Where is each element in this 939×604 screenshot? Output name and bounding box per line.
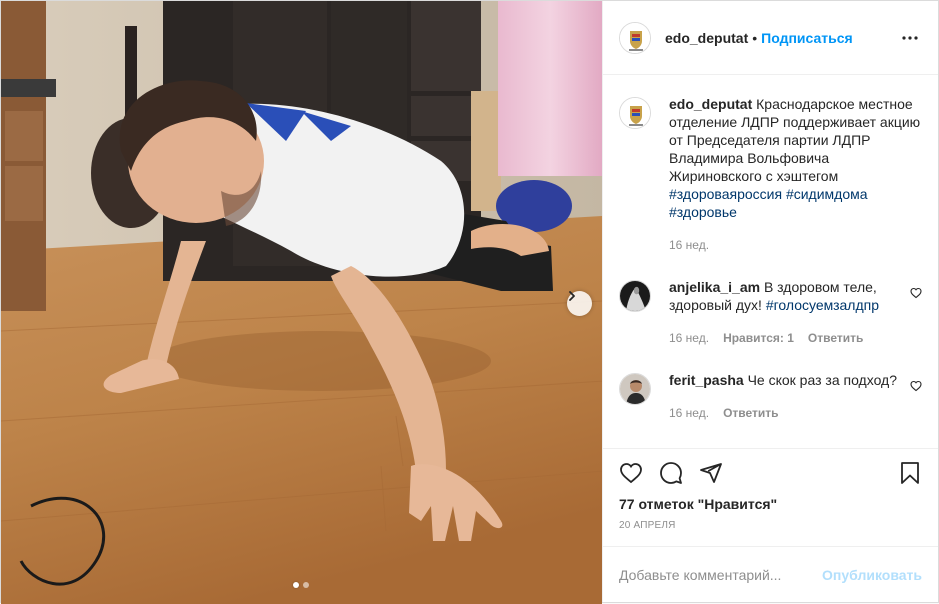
comment-item: anjelika_i_am В здоровом теле, здоровый … — [619, 278, 922, 345]
comment-like-heart-icon[interactable] — [910, 287, 922, 299]
comment-text-block: ferit_pasha Че скок раз за подход? — [669, 371, 922, 389]
comment-text-block: anjelika_i_am В здоровом теле, здоровый … — [669, 278, 922, 314]
comment-body: anjelika_i_am В здоровом теле, здоровый … — [669, 278, 922, 345]
instagram-post: edo_deputat • Подписаться edo_deputat Кр… — [0, 0, 939, 604]
more-horizontal-icon — [902, 35, 918, 40]
post-side-panel: edo_deputat • Подписаться edo_deputat Кр… — [602, 1, 938, 602]
hashtag-link[interactable]: #здороваяроссия — [669, 186, 782, 202]
comment-bubble-icon[interactable] — [659, 461, 683, 485]
caption-username[interactable]: edo_deputat — [669, 96, 752, 112]
publish-button[interactable]: Опубликовать — [822, 567, 922, 583]
comment-time[interactable]: 16 нед. — [669, 406, 709, 420]
comment-body: ferit_pasha Че скок раз за подход? 16 не… — [669, 371, 922, 420]
comment-time[interactable]: 16 нед. — [669, 331, 709, 345]
hashtag-link[interactable]: #здоровье — [669, 204, 737, 220]
carousel-dot-active — [293, 582, 299, 588]
add-comment-bar: Опубликовать — [603, 546, 938, 602]
user-photo-icon — [620, 281, 650, 311]
comment-meta: 16 нед. Ответить — [669, 406, 922, 420]
commenter-avatar[interactable] — [619, 373, 651, 405]
ldpr-emblem-icon — [620, 98, 650, 128]
save-bookmark-icon[interactable] — [898, 461, 922, 485]
comment-username[interactable]: anjelika_i_am — [669, 279, 760, 295]
comment-input[interactable] — [619, 566, 823, 583]
comment-username[interactable]: ferit_pasha — [669, 372, 744, 388]
like-heart-icon[interactable] — [619, 461, 643, 485]
comment-likes-count[interactable]: Нравится: 1 — [723, 331, 794, 345]
comment-meta: 16 нед. Нравится: 1 Ответить — [669, 331, 922, 345]
caption-time[interactable]: 16 нед. — [669, 238, 709, 252]
comment-like-heart-icon[interactable] — [910, 380, 922, 392]
push-up-photo — [1, 1, 602, 604]
post-actions-bar — [603, 448, 938, 496]
caption-meta: 16 нед. — [669, 238, 922, 252]
share-paper-plane-icon[interactable] — [699, 461, 723, 485]
reply-button[interactable]: Ответить — [808, 331, 863, 345]
caption-body: edo_deputat Краснодарское местное отделе… — [669, 95, 922, 252]
chevron-right-icon — [569, 291, 575, 301]
caption-text-block: edo_deputat Краснодарское местное отделе… — [669, 95, 922, 221]
comments-list: edo_deputat Краснодарское местное отделе… — [603, 75, 938, 448]
more-options-button[interactable] — [898, 26, 922, 50]
ldpr-emblem-icon — [620, 22, 650, 53]
hashtag-link[interactable]: #голосуемзалдпр — [766, 297, 879, 313]
carousel-next-button[interactable] — [567, 291, 592, 316]
author-avatar[interactable] — [619, 21, 651, 54]
carousel-dot — [303, 582, 309, 588]
comment-item: ferit_pasha Че скок раз за подход? 16 не… — [619, 371, 922, 420]
caption: edo_deputat Краснодарское местное отделе… — [619, 95, 922, 252]
comment-text: Че скок раз за подход? — [747, 372, 898, 388]
post-date[interactable]: 20 апреля — [603, 516, 938, 546]
post-header: edo_deputat • Подписаться — [603, 1, 938, 75]
author-username[interactable]: edo_deputat — [665, 30, 748, 46]
commenter-avatar[interactable] — [619, 280, 651, 312]
likes-count[interactable]: 77 отметок "Нравится" — [603, 496, 938, 516]
caption-avatar[interactable] — [619, 97, 651, 129]
user-photo-icon — [620, 374, 650, 404]
reply-button[interactable]: Ответить — [723, 406, 778, 420]
header-separator: • — [752, 29, 758, 46]
post-photo[interactable] — [1, 1, 602, 604]
follow-button[interactable]: Подписаться — [761, 30, 853, 46]
hashtag-link[interactable]: #сидимдома — [786, 186, 868, 202]
carousel-indicator — [293, 582, 309, 588]
